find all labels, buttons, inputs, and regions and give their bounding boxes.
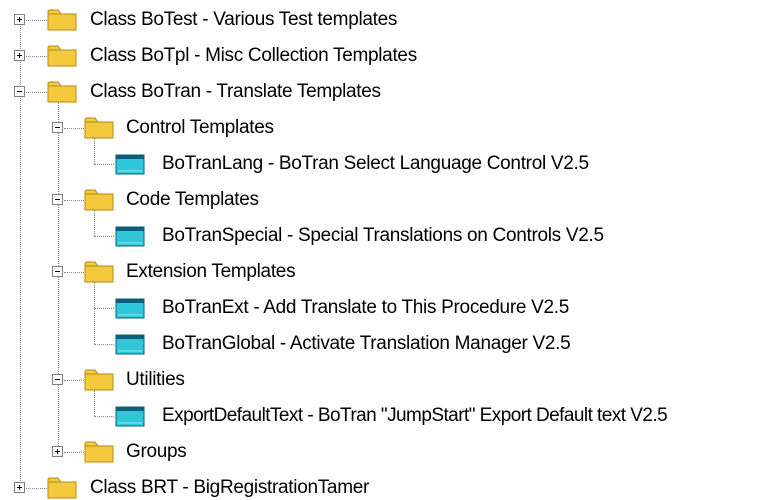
folder-icon	[47, 9, 77, 31]
template-icon	[115, 226, 145, 247]
tree-node-label[interactable]: Class BoTpl - Misc Collection Templates	[90, 44, 417, 68]
folder-icon	[47, 81, 77, 103]
expand-toggle[interactable]	[14, 482, 25, 493]
expand-toggle[interactable]	[14, 50, 25, 61]
tree-node-label[interactable]: Class BoTran - Translate Templates	[90, 80, 381, 104]
collapse-toggle[interactable]	[14, 86, 25, 97]
folder-icon	[84, 261, 114, 283]
tree-node-label[interactable]: Extension Templates	[126, 260, 296, 284]
collapse-toggle[interactable]	[52, 122, 63, 133]
tree-line	[94, 282, 95, 344]
tree-line	[94, 138, 95, 164]
expand-toggle[interactable]	[52, 446, 63, 457]
tree-node-label[interactable]: BoTranSpecial - Special Translations on …	[162, 224, 604, 248]
tree-line	[26, 56, 47, 57]
tree-node-label[interactable]: BoTranExt - Add Translate to This Proced…	[162, 296, 569, 320]
tree-line	[26, 488, 47, 489]
tree-node-label[interactable]: Control Templates	[126, 116, 274, 140]
tree-node-label[interactable]: Class BRT - BigRegistrationTamer	[90, 476, 369, 500]
tree-node-label[interactable]: Class BoTest - Various Test templates	[90, 8, 397, 32]
template-tree: Class BoTest - Various Test templates Cl…	[0, 0, 773, 500]
tree-line	[58, 102, 59, 452]
collapse-toggle[interactable]	[52, 374, 63, 385]
tree-line	[64, 380, 84, 381]
tree-line	[94, 390, 95, 416]
template-icon	[115, 298, 145, 319]
tree-line	[64, 272, 84, 273]
tree-line	[26, 92, 47, 93]
tree-node-label[interactable]: Code Templates	[126, 188, 259, 212]
expand-toggle[interactable]	[14, 14, 25, 25]
folder-icon	[84, 189, 114, 211]
tree-line	[64, 452, 84, 453]
tree-line	[94, 210, 95, 236]
template-icon	[115, 334, 145, 355]
tree-line	[64, 200, 84, 201]
collapse-toggle[interactable]	[52, 266, 63, 277]
tree-line	[94, 308, 114, 309]
tree-node-label[interactable]: BoTranLang - BoTran Select Language Cont…	[162, 152, 589, 176]
folder-icon	[84, 441, 114, 463]
tree-node-label[interactable]: Groups	[126, 440, 187, 464]
tree-node-label[interactable]: Utilities	[126, 368, 185, 392]
tree-line	[94, 344, 114, 345]
tree-line	[26, 20, 47, 21]
tree-line	[64, 128, 84, 129]
tree-node-label[interactable]: ExportDefaultText - BoTran "JumpStart" E…	[162, 404, 668, 428]
folder-icon	[47, 477, 77, 499]
tree-node-label[interactable]: BoTranGlobal - Activate Translation Mana…	[162, 332, 571, 356]
collapse-toggle[interactable]	[52, 194, 63, 205]
template-icon	[115, 406, 145, 427]
tree-line	[94, 164, 114, 165]
tree-line	[94, 416, 114, 417]
folder-icon	[84, 369, 114, 391]
folder-icon	[84, 117, 114, 139]
template-icon	[115, 154, 145, 175]
tree-line	[94, 236, 114, 237]
folder-icon	[47, 45, 77, 67]
